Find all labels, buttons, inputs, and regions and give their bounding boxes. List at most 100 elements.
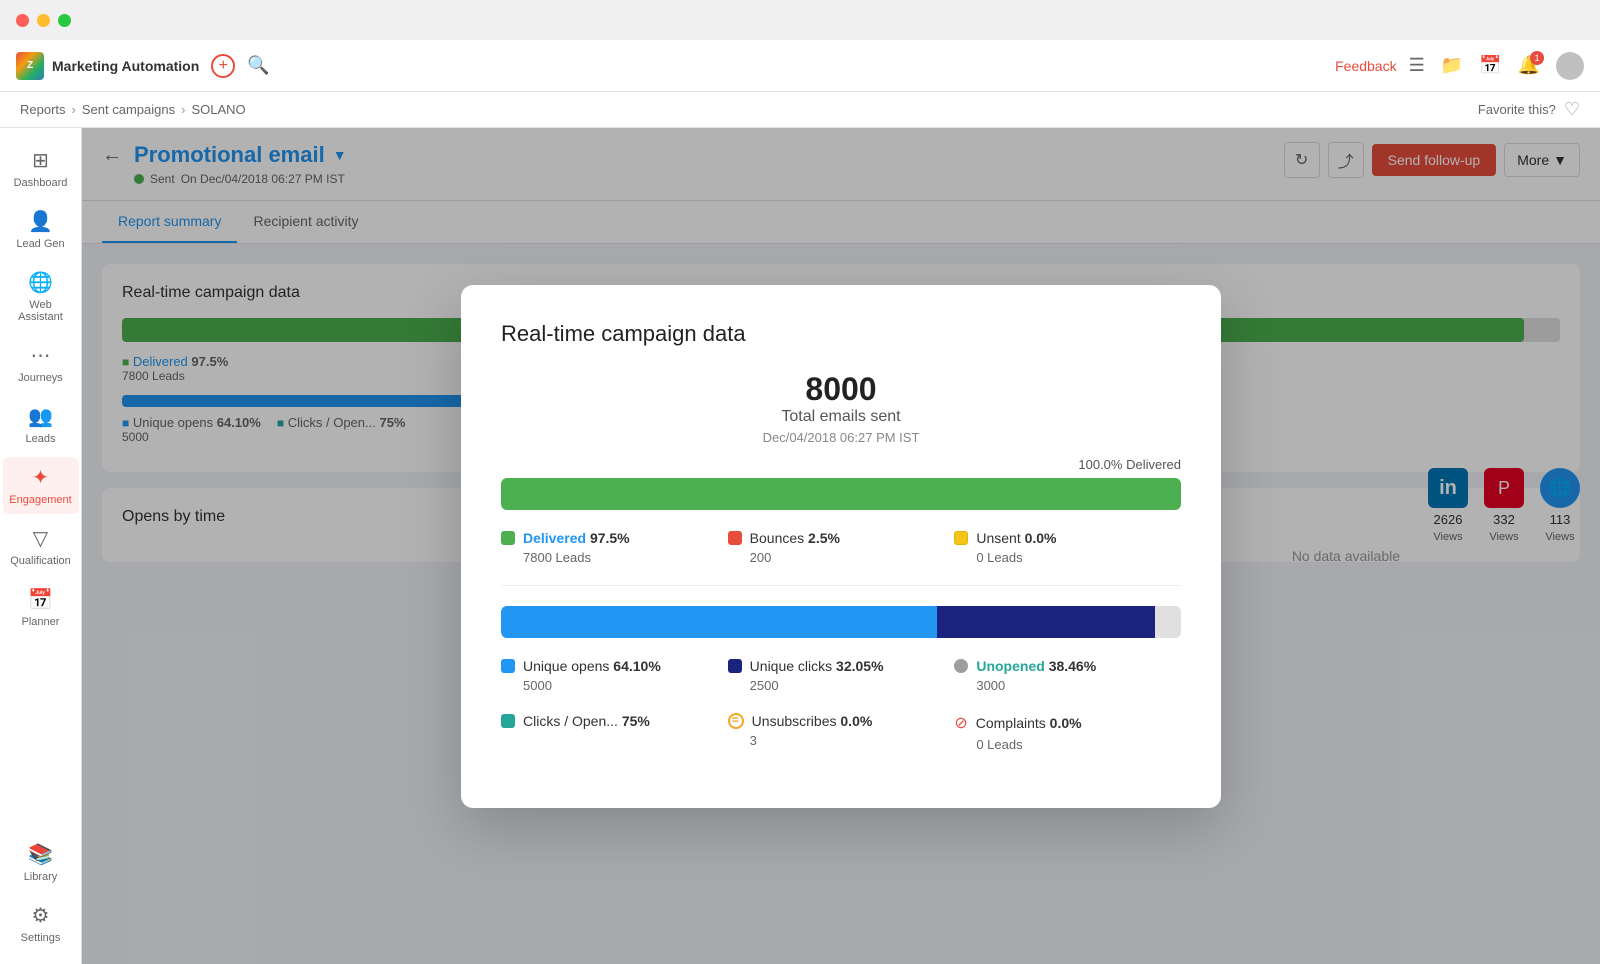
modal-unsent-sub: 0 Leads	[954, 550, 1181, 565]
modal-progress-bar-opens-fill	[501, 606, 1181, 638]
unsubscribes-icon: −	[728, 713, 744, 729]
modal-delivered-sub: 7800 Leads	[501, 550, 728, 565]
delivered-dot-icon	[501, 531, 515, 545]
modal-total-section: 8000 Total emails sent Dec/04/2018 06:27…	[501, 371, 1181, 445]
modal-overlay[interactable]: Real-time campaign data 8000 Total email…	[82, 128, 1600, 964]
modal-progress-bar-delivered	[501, 478, 1181, 510]
modal-stat-complaints: ⊘ Complaints 0.0% 0 Leads	[954, 713, 1181, 752]
modal-divider	[501, 585, 1181, 586]
modal-stats-row1: Delivered 97.5% 7800 Leads	[501, 530, 1181, 565]
leads-icon: 👥	[28, 404, 53, 429]
sidebar-item-webassistant[interactable]: 🌐 Web Assistant	[3, 262, 79, 331]
modal-stat-unique-clicks: Unique clicks 32.05% 2500	[728, 658, 955, 693]
notification-badge: 1	[1530, 51, 1544, 65]
breadcrumb-bar: Reports › Sent campaigns › SOLANO Favori…	[0, 92, 1600, 128]
modal-stat-delivered: Delivered 97.5% 7800 Leads	[501, 530, 728, 565]
feedback-link[interactable]: Feedback	[1335, 58, 1396, 74]
zoho-logo-icon: Z	[16, 52, 44, 80]
sidebar-item-settings[interactable]: ⚙ Settings	[3, 895, 79, 952]
calendar-icon[interactable]: 📅	[1479, 55, 1501, 76]
modal-unique-clicks-sub: 2500	[728, 678, 955, 693]
library-icon: 📚	[28, 842, 53, 867]
sidebar-item-leadgen[interactable]: 👤 Lead Gen	[3, 201, 79, 258]
breadcrumb-current: SOLANO	[191, 102, 245, 117]
modal-stat-unsubscribes: − Unsubscribes 0.0% 3	[728, 713, 955, 752]
unopened-dot-icon	[954, 659, 968, 673]
user-avatar[interactable]	[1556, 52, 1584, 80]
unique-opens-dot-icon	[501, 659, 515, 673]
sidebar: ⊞ Dashboard 👤 Lead Gen 🌐 Web Assistant ⋯…	[0, 128, 82, 964]
add-button[interactable]: +	[211, 54, 235, 78]
modal-sent-date: Dec/04/2018 06:27 PM IST	[501, 430, 1181, 445]
sidebar-item-qualification[interactable]: ▽ Qualification	[3, 518, 79, 575]
modal-complaints-sub: 0 Leads	[954, 737, 1181, 752]
modal-delivered-pct-label: 100.0% Delivered	[501, 457, 1181, 472]
leadgen-icon: 👤	[28, 209, 53, 234]
sidebar-label-settings: Settings	[21, 932, 61, 944]
modal-bounces-sub: 200	[728, 550, 955, 565]
folder-icon[interactable]: 📁	[1441, 55, 1463, 76]
traffic-light-yellow[interactable]	[37, 14, 50, 27]
modal-unopened-sub: 3000	[954, 678, 1181, 693]
webassistant-icon: 🌐	[28, 270, 53, 295]
settings-icon: ⚙	[32, 903, 50, 928]
modal-total-label: Total emails sent	[501, 408, 1181, 426]
title-bar	[0, 0, 1600, 40]
modal-total-num: 8000	[501, 371, 1181, 408]
modal-unsubscribes-sub: 3	[728, 733, 955, 748]
app-logo: Z Marketing Automation	[16, 52, 199, 80]
sidebar-item-engagement[interactable]: ✦ Engagement	[3, 457, 79, 514]
modal-stat-unique-opens: Unique opens 64.10% 5000	[501, 658, 728, 693]
modal-progress-bar-opens	[501, 606, 1181, 638]
qualification-icon: ▽	[33, 526, 48, 551]
engagement-icon: ✦	[32, 465, 49, 490]
journeys-icon: ⋯	[31, 343, 51, 368]
complaints-icon: ⊘	[954, 713, 967, 733]
modal: Real-time campaign data 8000 Total email…	[461, 285, 1221, 808]
sidebar-item-dashboard[interactable]: ⊞ Dashboard	[3, 140, 79, 197]
clicks-open-dot-icon	[501, 714, 515, 728]
sidebar-item-library[interactable]: 📚 Library	[3, 834, 79, 891]
sidebar-item-leads[interactable]: 👥 Leads	[3, 396, 79, 453]
breadcrumb-sent-campaigns[interactable]: Sent campaigns	[82, 102, 175, 117]
breadcrumb-sep1: ›	[72, 102, 76, 117]
favorite-label: Favorite this?	[1478, 102, 1556, 117]
unique-clicks-dot-icon	[728, 659, 742, 673]
sidebar-label-library: Library	[24, 871, 58, 883]
main-layout: ⊞ Dashboard 👤 Lead Gen 🌐 Web Assistant ⋯…	[0, 128, 1600, 964]
nav-icons: ☰ 📁 📅 🔔 1	[1409, 52, 1584, 80]
modal-unique-opens-sub: 5000	[501, 678, 728, 693]
modal-stats-row2: Unique opens 64.10% 5000	[501, 658, 1181, 693]
breadcrumb-sep2: ›	[181, 102, 185, 117]
modal-stats-row3: Clicks / Open... 75% − Unsubscribes	[501, 713, 1181, 752]
modal-stat-unopened: Unopened 38.46% 3000	[954, 658, 1181, 693]
dashboard-icon: ⊞	[32, 148, 49, 173]
sidebar-label-leads: Leads	[26, 433, 56, 445]
breadcrumb-reports[interactable]: Reports	[20, 102, 66, 117]
unsent-dot-icon	[954, 531, 968, 545]
notification-icon[interactable]: 🔔 1	[1518, 55, 1540, 76]
sidebar-label-qualification: Qualification	[10, 555, 71, 567]
modal-stat-clicks-open: Clicks / Open... 75%	[501, 713, 728, 752]
search-icon[interactable]: 🔍	[247, 55, 269, 76]
favorite-heart-icon[interactable]: ♡	[1564, 99, 1580, 120]
sidebar-label-journeys: Journeys	[18, 372, 63, 384]
app-name: Marketing Automation	[52, 58, 199, 74]
sidebar-label-leadgen: Lead Gen	[16, 238, 64, 250]
bounces-dot-icon	[728, 531, 742, 545]
top-nav: Z Marketing Automation + 🔍 Feedback ☰ 📁 …	[0, 40, 1600, 92]
sidebar-label-engagement: Engagement	[9, 494, 71, 506]
modal-stat-unsent: Unsent 0.0% 0 Leads	[954, 530, 1181, 565]
sidebar-item-planner[interactable]: 📅 Planner	[3, 579, 79, 636]
sidebar-label-webassistant: Web Assistant	[7, 299, 75, 323]
modal-stat-bounces: Bounces 2.5% 200	[728, 530, 955, 565]
content-area: ← Promotional email ▼ Sent On Dec/04/201…	[82, 128, 1600, 964]
planner-icon: 📅	[28, 587, 53, 612]
traffic-light-red[interactable]	[16, 14, 29, 27]
sidebar-label-planner: Planner	[22, 616, 60, 628]
traffic-light-green[interactable]	[58, 14, 71, 27]
favorite-area: Favorite this? ♡	[1478, 99, 1580, 120]
modal-title: Real-time campaign data	[501, 321, 1181, 347]
list-icon[interactable]: ☰	[1409, 55, 1425, 76]
sidebar-item-journeys[interactable]: ⋯ Journeys	[3, 335, 79, 392]
